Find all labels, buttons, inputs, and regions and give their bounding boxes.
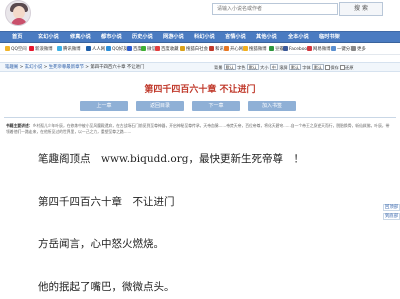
breadcrumb-chapter: 第四千四百六十章 不让进门 bbox=[90, 65, 145, 70]
breadcrumb-home[interactable]: 笔趣阁 bbox=[5, 65, 18, 70]
share-douban[interactable]: 豆瓣 bbox=[269, 46, 284, 54]
content-paragraph: 方岳闻言，心中怒火燃烧。 bbox=[38, 238, 164, 250]
breadcrumb: 笔趣阁 > 玄幻小说 > 生死帝尊最新章节 > 第四千四百六十章 不让进门 bbox=[5, 65, 145, 70]
next-chapter-button[interactable]: 下一章 bbox=[192, 101, 240, 111]
content-paragraph: 第四千四百六十章 不让进门 bbox=[38, 196, 175, 208]
share-kaixin[interactable]: 开心网 bbox=[224, 46, 243, 54]
book-intro: 书籍主要讲述：乡村孤儿少年叶辰，在修炼中被小至风魔殿遗弃，在古战场石门前觅到至尊… bbox=[6, 123, 392, 135]
site-logo[interactable] bbox=[5, 0, 31, 26]
nav-item-quanben[interactable]: 全本小说 bbox=[288, 32, 309, 43]
share-facebook[interactable]: Facebook bbox=[283, 46, 310, 54]
qzone-icon bbox=[5, 46, 10, 51]
intro-label: 书籍主要讲述： bbox=[6, 123, 33, 128]
weibo-icon bbox=[29, 46, 34, 51]
prev-chapter-button[interactable]: 上一章 bbox=[80, 101, 128, 111]
nav-item-lishi[interactable]: 历史小说 bbox=[132, 32, 153, 43]
font-size-select[interactable]: 中 bbox=[269, 64, 278, 70]
nav-item-xuanhuan[interactable]: 玄幻小说 bbox=[38, 32, 59, 43]
content-paragraph: 他的抿起了嘴巴，微微点头。 bbox=[38, 281, 175, 293]
share-wechat[interactable]: 微信 bbox=[141, 46, 156, 54]
nav-item-dushi[interactable]: 都市小说 bbox=[101, 32, 122, 43]
hexun-icon bbox=[209, 46, 214, 51]
divider bbox=[4, 117, 396, 118]
sohu-weibo-icon bbox=[243, 46, 248, 51]
add-bookmark-button[interactable]: 加入书签 bbox=[248, 101, 296, 111]
more-icon bbox=[351, 46, 356, 51]
sohu-icon bbox=[180, 46, 185, 51]
share-toolbar: QQ空间 新浪微博 腾讯微博 人人网 QQ好友 百度 微信 百度收藏 搜狐白社会… bbox=[0, 44, 400, 55]
douban-icon bbox=[269, 46, 274, 51]
share-more[interactable]: 更多 bbox=[351, 46, 366, 54]
chapter-index-button[interactable]: 返回目录 bbox=[136, 101, 184, 111]
go-to-bottom-button[interactable]: 到底部 bbox=[383, 213, 400, 220]
share-renren[interactable]: 人人网 bbox=[86, 46, 105, 54]
wechat-icon bbox=[141, 46, 146, 51]
chapter-content: 笔趣阁顶点 www.biqudd.org，最快更新生死帝尊 ！ 第四千四百六十章… bbox=[0, 140, 400, 299]
nav-item-bookshelf[interactable]: 临时书架 bbox=[319, 32, 340, 43]
baidu-fav-icon bbox=[155, 46, 160, 51]
netease-icon bbox=[307, 46, 312, 51]
baidu-icon bbox=[127, 46, 132, 51]
nav-item-kehuan[interactable]: 科幻小说 bbox=[194, 32, 215, 43]
nav-item-yanqing[interactable]: 言情小说 bbox=[225, 32, 246, 43]
share-baidu-fav[interactable]: 百度收藏 bbox=[155, 46, 179, 54]
nav-item-xiuzhen[interactable]: 修真小说 bbox=[70, 32, 91, 43]
nav-item-wangyou[interactable]: 网游小说 bbox=[163, 32, 184, 43]
share-qzone[interactable]: QQ空间 bbox=[5, 46, 27, 54]
font-family-select[interactable]: 默认 bbox=[312, 64, 325, 70]
logo-body bbox=[11, 18, 27, 25]
back-to-top-button[interactable]: 回顶部 bbox=[383, 204, 400, 211]
content-paragraph: 笔趣阁顶点 www.biqudd.org，最快更新生死帝尊 ！ bbox=[38, 153, 304, 165]
scroll-speed-select[interactable]: 默认 bbox=[288, 64, 301, 70]
share-sohu-weibo[interactable]: 搜狐微博 bbox=[243, 46, 267, 54]
tencent-weibo-icon bbox=[57, 46, 62, 51]
share-icon bbox=[331, 46, 336, 51]
share-sohu-bai[interactable]: 搜狐白社会 bbox=[180, 46, 208, 54]
search-button[interactable]: 搜 索 bbox=[339, 2, 383, 16]
nav-item-qita[interactable]: 其他小说 bbox=[256, 32, 277, 43]
share-hexun[interactable]: 和讯 bbox=[209, 46, 224, 54]
search-input[interactable] bbox=[212, 3, 338, 15]
breadcrumb-category[interactable]: 玄幻小说 bbox=[25, 65, 43, 70]
kaixin-icon bbox=[224, 46, 229, 51]
breadcrumb-bar: 笔趣阁 > 玄幻小说 > 生死帝尊最新章节 > 第四千四百六十章 不让进门 背景… bbox=[0, 62, 400, 72]
reader-settings: 背景 默认 字色 默认 大小 中 滚屏 默认 字体 默认 保存 还原 bbox=[214, 64, 354, 70]
nav-item-home[interactable]: 首页 bbox=[12, 32, 22, 43]
share-weibo[interactable]: 新浪微博 bbox=[29, 46, 53, 54]
breadcrumb-book[interactable]: 生死帝尊最新章节 bbox=[49, 65, 84, 70]
site-header: 搜 索 bbox=[0, 0, 400, 30]
share-163-weibo[interactable]: 网易微博 bbox=[307, 46, 331, 54]
share-tencent-weibo[interactable]: 腾讯微博 bbox=[57, 46, 81, 54]
qq-icon bbox=[106, 46, 111, 51]
share-baidu[interactable]: 百度 bbox=[127, 46, 142, 54]
renren-icon bbox=[86, 46, 91, 51]
intro-text: 乡村孤儿少年叶辰，在修炼中被小至风魔殿遗弃，在古战场石门前觅到至尊神器，开启神秘… bbox=[6, 123, 390, 134]
chapter-title: 第四千四百六十章 不让进门 bbox=[144, 85, 256, 95]
font-color-select[interactable]: 默认 bbox=[246, 64, 259, 70]
share-qq[interactable]: QQ好友 bbox=[106, 46, 128, 54]
main-nav: 首页 玄幻小说 修真小说 都市小说 历史小说 网游小说 科幻小说 言情小说 其他… bbox=[0, 31, 400, 43]
facebook-icon bbox=[283, 46, 288, 51]
bg-select[interactable]: 默认 bbox=[223, 64, 236, 70]
